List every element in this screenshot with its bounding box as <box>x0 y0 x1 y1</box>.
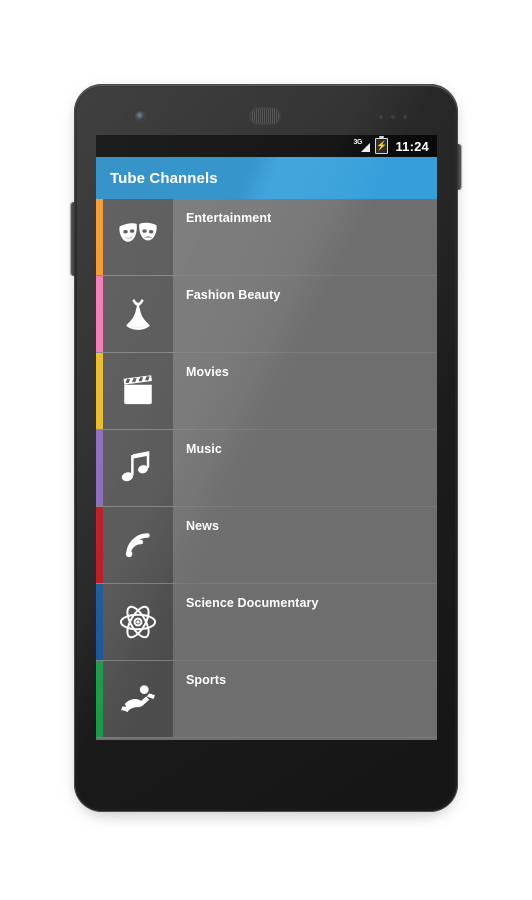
list-item-label: Fashion Beauty <box>173 276 437 352</box>
list-item[interactable]: Fashion Beauty <box>96 276 437 353</box>
charging-bolt-glyph: ⚡ <box>376 140 388 151</box>
list-item[interactable]: News <box>96 507 437 584</box>
list-item[interactable]: Sports <box>96 661 437 738</box>
list-item-label: Movies <box>173 353 437 429</box>
atom-icon <box>103 584 173 660</box>
category-color-stripe <box>96 430 103 506</box>
list-item-label: News <box>173 507 437 583</box>
signal-triangle <box>361 142 371 152</box>
runner-icon <box>103 661 173 737</box>
list-item-label: Music <box>173 430 437 506</box>
signal-bars-icon: 3G <box>353 139 371 153</box>
theater-masks-icon <box>103 199 173 275</box>
power-button[interactable] <box>457 144 461 190</box>
status-bar: 3G ⚡ 11:24 <box>96 135 437 157</box>
list-item[interactable]: Movies <box>96 353 437 430</box>
list-item-label: Entertainment <box>173 199 437 275</box>
list-item[interactable]: Music <box>96 430 437 507</box>
phone-device: 3G ⚡ 11:24 Tube Channels Entertainment F… <box>71 84 461 816</box>
list-item[interactable]: Entertainment <box>96 199 437 276</box>
volume-rocker-button[interactable] <box>71 202 75 276</box>
page-title: Tube Channels <box>110 169 218 187</box>
music-note-icon <box>103 430 173 506</box>
list-item-label: Science Documentary <box>173 584 437 660</box>
clapperboard-icon <box>103 353 173 429</box>
light-sensor-icon <box>391 115 395 119</box>
category-color-stripe <box>96 584 103 660</box>
rss-feed-icon <box>103 507 173 583</box>
status-bar-clock: 11:24 <box>395 138 429 154</box>
proximity-sensor-icon <box>379 115 383 119</box>
battery-charging-icon: ⚡ <box>375 135 389 154</box>
category-color-stripe <box>96 507 103 583</box>
phone-screen: 3G ⚡ 11:24 Tube Channels Entertainment F… <box>96 135 437 740</box>
front-camera-icon <box>136 112 145 121</box>
dress-icon <box>103 276 173 352</box>
notification-led-icon <box>403 115 407 119</box>
category-color-stripe <box>96 661 103 737</box>
category-color-stripe <box>96 199 103 275</box>
category-color-stripe <box>96 276 103 352</box>
category-color-stripe <box>96 353 103 429</box>
list-item-label: Sports <box>173 661 437 737</box>
app-bar: Tube Channels <box>96 157 437 199</box>
channel-list[interactable]: Entertainment Fashion Beauty Movies Musi… <box>96 199 437 740</box>
list-item[interactable]: Science Documentary <box>96 584 437 661</box>
earpiece-speaker-icon <box>250 108 280 124</box>
